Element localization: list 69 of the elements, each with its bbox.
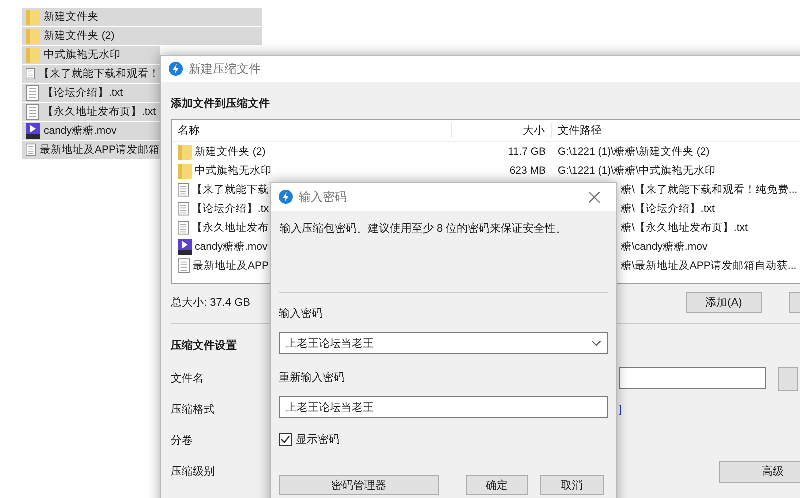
app-icon (169, 62, 183, 76)
video-file-icon (178, 238, 192, 254)
link[interactable]: ] (619, 404, 622, 416)
file-name: 中式旗袍无水印 (195, 164, 272, 178)
checkbox[interactable] (279, 433, 292, 446)
video-file-icon (26, 123, 40, 139)
ok-button[interactable]: 确定 (466, 475, 528, 495)
password-field[interactable]: 上老王论坛当老王 (279, 396, 608, 418)
file-item[interactable]: candy糖糖.mov (22, 122, 160, 140)
document-icon (26, 66, 35, 82)
folder-icon (26, 47, 40, 63)
file-name: 新建文件夹 (2) (195, 144, 266, 158)
advanced-button[interactable]: 高级 (719, 460, 800, 482)
section-heading: 压缩文件设置 (171, 338, 237, 353)
folder-icon (178, 144, 192, 160)
dialog-message: 输入压缩包密码。建议使用至少 8 位的密码来保证安全性。 (279, 222, 568, 236)
file-size: 623 MB (508, 164, 547, 176)
file-item[interactable]: 【论坛介绍】.txt (22, 84, 160, 102)
field-label: 输入密码 (279, 306, 323, 321)
file-name-field[interactable] (619, 366, 766, 388)
file-name: 【论坛介绍】.tx (192, 202, 269, 216)
checkbox-label: 显示密码 (296, 432, 340, 447)
file-path: 糖\candy糖糖.mov (620, 240, 709, 254)
file-path: G:\1221 (1)\糖糖\新建文件夹 (2) (557, 144, 711, 158)
file-name: 最新地址及APP (192, 258, 269, 272)
chevron-down-icon[interactable] (592, 341, 601, 346)
file-path: G:\1221 (1)\糖糖\中式旗袍无水印 (557, 164, 717, 178)
file-item[interactable]: 中式旗袍无水印 (22, 46, 160, 64)
file-path: 糖\【永久地址发布页】.txt (620, 220, 749, 234)
document-icon (178, 200, 189, 216)
column-header[interactable]: 文件路径 (552, 123, 800, 138)
file-path: 糖\最新地址及APP请发邮箱自动获... (620, 258, 798, 272)
column-header[interactable]: 名称 (172, 123, 452, 138)
file-item[interactable]: 新建文件夹 (22, 8, 262, 26)
file-size: 11.7 GB (507, 146, 547, 158)
file-name: 【来了就能下载 (192, 182, 269, 196)
add-button[interactable]: 添加(A) (686, 292, 762, 313)
password-manager-button[interactable]: 密码管理器 (279, 475, 439, 495)
file-path: 糖\【来了就能下载和观看！纯免费... (620, 182, 799, 196)
field-label: 分卷 (171, 434, 193, 448)
file-item[interactable]: 【永久地址发布页】.txt (22, 103, 160, 121)
document-icon (178, 182, 189, 198)
document-icon (26, 142, 36, 158)
dialog-title: 输入密码 (299, 188, 348, 206)
close-icon[interactable] (589, 192, 600, 202)
document-icon (178, 258, 190, 274)
field-label: 重新输入密码 (279, 370, 345, 385)
column-header[interactable]: 大小 (452, 123, 552, 138)
section-heading: 添加文件到压缩文件 (171, 96, 270, 111)
cancel-button[interactable]: 取消 (540, 475, 604, 495)
app-icon (279, 190, 293, 204)
field-label: 文件名 (171, 372, 204, 386)
folder-icon (178, 162, 192, 178)
file-item[interactable]: 新建文件夹 (2) (22, 27, 262, 45)
document-icon (26, 104, 39, 120)
folder-icon (26, 9, 40, 25)
document-icon (26, 85, 39, 101)
window-title: 新建压缩文件 (189, 60, 261, 78)
file-item[interactable]: 【来了就能下载和观看！ (22, 65, 160, 83)
file-name: 【永久地址发布 (192, 220, 269, 234)
file-path: 糖\【论坛介绍】.txt (620, 202, 716, 216)
file-item[interactable]: 最新地址及APP请发邮箱 (22, 141, 160, 159)
file-name: candy糖糖.mov (195, 240, 268, 254)
field-label: 压缩格式 (171, 402, 215, 417)
document-icon (178, 220, 189, 236)
total-size: 总大小: 37.4 GB (171, 296, 250, 310)
password-combobox[interactable]: 上老王论坛当老王 (279, 332, 608, 354)
field-label: 压缩级别 (171, 464, 215, 479)
folder-icon (26, 28, 40, 44)
